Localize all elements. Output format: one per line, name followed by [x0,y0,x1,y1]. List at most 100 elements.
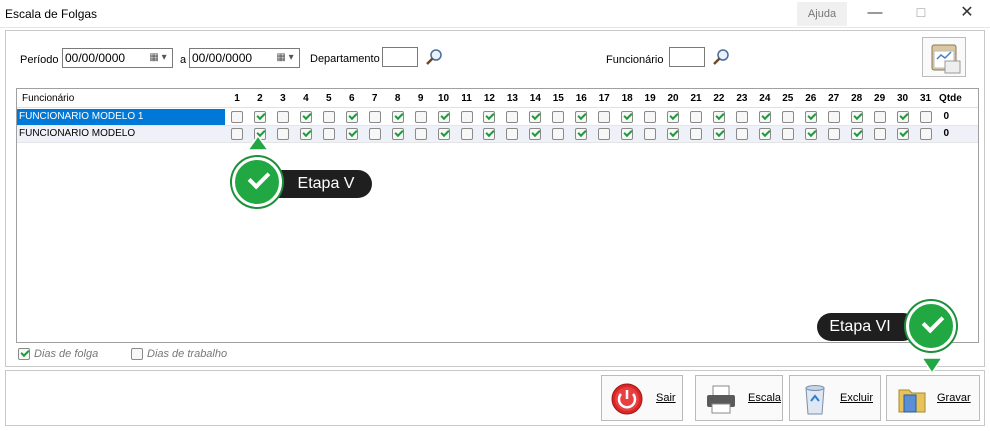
departamento-input[interactable] [382,47,418,67]
day-checkbox[interactable] [621,128,634,140]
day-checkbox[interactable] [460,128,473,140]
day-checkbox[interactable] [804,128,817,140]
day-checkbox[interactable] [529,111,542,123]
day-checkbox[interactable] [345,111,358,123]
excluir-button[interactable]: Excluir [789,375,881,421]
day-checkbox[interactable] [253,111,266,123]
periodo-fim-field[interactable]: 00/00/0000 ▦ ▾ [189,48,300,68]
sair-button[interactable]: Sair [601,375,683,421]
day-column-header: 31 [919,93,932,104]
day-checkbox[interactable] [506,111,519,123]
day-checkbox[interactable] [529,128,542,140]
day-checkbox[interactable] [598,128,611,140]
calendar-dropdown-icon[interactable]: ▦ ▾ [145,50,171,66]
day-checkbox[interactable] [781,111,794,123]
day-checkbox[interactable] [896,128,909,140]
day-checkbox[interactable] [919,111,932,123]
day-column-header: 25 [782,93,794,104]
window-title: Escala de Folgas [5,7,98,21]
escala-button[interactable]: Escala [695,375,783,421]
day-checkbox[interactable] [758,128,771,140]
day-checkbox[interactable] [644,111,657,123]
day-checkbox[interactable] [322,128,335,140]
day-checkbox[interactable] [437,128,450,140]
day-checkbox[interactable] [850,128,863,140]
day-checkbox[interactable] [391,128,404,140]
help-button[interactable]: Ajuda [797,2,847,26]
day-checkbox[interactable] [850,111,863,123]
day-column-header: 17 [598,93,610,104]
table-row[interactable]: FUNCIONARIO MODELO 1 0 [17,109,978,126]
periodo-inicio-field[interactable]: 00/00/0000 ▦ ▾ [62,48,173,68]
day-checkbox[interactable] [299,111,312,123]
employee-name-cell[interactable]: FUNCIONARIO MODELO 1 [17,109,225,125]
day-checkbox[interactable] [299,128,312,140]
day-checkbox[interactable] [781,128,794,140]
pointer-arrow-down-icon [921,357,943,374]
search-funcionario-icon[interactable] [711,47,731,67]
day-checkbox[interactable] [827,111,840,123]
day-checkbox[interactable] [712,128,725,140]
title-bar: Escala de Folgas Ajuda — ☐ ✕ [0,0,990,28]
day-checkbox[interactable] [483,128,496,140]
day-checkbox[interactable] [414,111,427,123]
day-column-header: 3 [280,93,286,104]
day-checkbox[interactable] [873,111,886,123]
day-checkbox[interactable] [873,128,886,140]
day-checkbox[interactable] [804,111,817,123]
table-row[interactable]: FUNCIONARIO MODELO 0 [17,126,978,143]
day-checkbox[interactable] [598,111,611,123]
day-checkbox[interactable] [437,111,450,123]
day-column-header: 2 [257,93,263,104]
day-checkbox[interactable] [712,111,725,123]
close-button[interactable]: ✕ [944,2,990,26]
day-checkbox[interactable] [345,128,358,140]
day-checkbox[interactable] [483,111,496,123]
employee-name-cell[interactable]: FUNCIONARIO MODELO [17,126,225,142]
day-column-header: 22 [713,93,725,104]
day-checkbox[interactable] [276,128,289,140]
day-column-header: 21 [690,93,702,104]
day-checkbox[interactable] [368,128,381,140]
day-checkbox[interactable] [919,128,932,140]
day-checkbox[interactable] [552,128,565,140]
calendar-button[interactable] [922,37,966,77]
minimize-button[interactable]: — [852,2,898,26]
day-checkbox[interactable] [690,128,702,140]
trabalho-legend-label: Dias de trabalho [147,348,228,360]
day-checkbox[interactable] [690,111,702,123]
sair-label: Sair [656,392,676,404]
day-checkbox[interactable] [231,128,243,140]
day-column-header: 12 [483,93,495,104]
gravar-button[interactable]: Gravar [886,375,980,421]
day-checkbox[interactable] [758,111,771,123]
day-checkbox[interactable] [735,128,748,140]
periodo-label: Período [20,54,59,66]
day-checkbox[interactable] [575,128,588,140]
day-checkbox[interactable] [231,111,243,123]
day-checkbox[interactable] [827,128,840,140]
search-departamento-icon[interactable] [424,47,444,67]
day-checkbox[interactable] [735,111,748,123]
day-checkbox[interactable] [896,111,909,123]
day-checkbox[interactable] [460,111,473,123]
day-checkbox[interactable] [667,111,680,123]
day-checkbox[interactable] [621,111,634,123]
day-checkbox[interactable] [276,111,289,123]
pointer-arrow-icon [247,136,269,151]
funcionario-input[interactable] [669,47,705,67]
day-checkbox[interactable] [667,128,680,140]
day-column-header: 19 [644,93,656,104]
maximize-button[interactable]: ☐ [898,2,944,26]
day-checkbox[interactable] [644,128,657,140]
day-column-header: 9 [417,93,424,104]
day-checkbox[interactable] [391,111,404,123]
day-checkbox[interactable] [575,111,588,123]
day-checkbox[interactable] [322,111,335,123]
calendar-dropdown-icon[interactable]: ▦ ▾ [272,50,298,66]
day-checkbox[interactable] [506,128,519,140]
qtde-cell: 0 [943,111,949,122]
day-checkbox[interactable] [552,111,565,123]
day-checkbox[interactable] [368,111,381,123]
day-checkbox[interactable] [414,128,427,140]
